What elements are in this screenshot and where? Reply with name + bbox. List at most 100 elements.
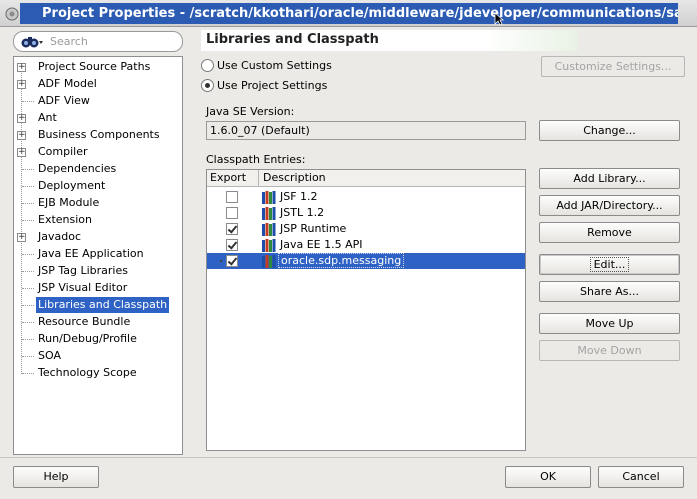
tree-item[interactable]: + ADF Model [14, 76, 182, 92]
radio-button[interactable] [201, 59, 214, 72]
add-library-button[interactable]: Add Library... [539, 168, 680, 189]
tree-connector [22, 254, 34, 255]
export-checkbox[interactable] [226, 223, 238, 235]
tree-item-label: Compiler [38, 145, 88, 158]
tree-item-label: Run/Debug/Profile [38, 332, 137, 345]
tree-item[interactable]: SOA [14, 348, 182, 364]
tree-item[interactable]: JSP Tag Libraries [14, 263, 182, 279]
entry-description: JSF 1.2 [280, 190, 318, 203]
tree-item[interactable]: + Compiler [14, 144, 182, 160]
window-title: Project Properties - /scratch/kkothari/o… [20, 3, 678, 24]
ok-button[interactable]: OK [505, 466, 591, 488]
mouse-cursor-icon [494, 12, 504, 26]
cancel-button[interactable]: Cancel [598, 466, 684, 488]
table-row[interactable]: oracle.sdp.messaging [207, 253, 525, 269]
table-header: Export Description [207, 170, 525, 187]
expand-icon[interactable]: + [17, 80, 26, 89]
tree-item-label: Extension [38, 213, 93, 226]
classpath-table[interactable]: Export Description JSF 1.2 JSTL 1.2 JSP Ru… [206, 169, 526, 451]
tree-connector [22, 186, 34, 187]
tree-connector [22, 339, 34, 340]
panel-title: Libraries and Classpath [206, 32, 379, 47]
tree-item[interactable]: Java EE Application [14, 246, 182, 262]
expand-icon[interactable]: + [17, 233, 26, 242]
app-icon [5, 7, 19, 21]
expand-icon[interactable]: + [17, 63, 26, 72]
tree-connector [22, 271, 34, 272]
move-up-button[interactable]: Move Up [539, 313, 680, 334]
tree-item-label: Technology Scope [38, 366, 137, 379]
tree-item[interactable]: + Javadoc [14, 229, 182, 245]
table-row[interactable]: JSP Runtime [207, 221, 525, 237]
export-checkbox[interactable] [226, 239, 238, 251]
tree-connector [22, 203, 34, 204]
tree-connector [22, 356, 34, 357]
entry-description: oracle.sdp.messaging [278, 253, 405, 268]
tree-item-label: Java EE Application [38, 247, 144, 260]
export-checkbox[interactable] [226, 255, 238, 267]
tree-item-label: JSP Tag Libraries [38, 264, 128, 277]
entry-description: JSP Runtime [280, 222, 347, 235]
tree-item-label: Business Components [38, 128, 160, 141]
tree-connector [22, 220, 34, 221]
tree-item-label: EJB Module [38, 196, 100, 209]
export-checkbox[interactable] [226, 207, 238, 219]
tree-item-label: Project Source Paths [38, 60, 151, 73]
tree-item[interactable]: + Ant [14, 110, 182, 126]
radio-button[interactable] [201, 79, 214, 92]
tree-item[interactable]: ADF View [14, 93, 182, 109]
tree-item-label: Deployment [38, 179, 106, 192]
focus-marker [220, 260, 222, 262]
expand-icon[interactable]: + [17, 148, 26, 157]
move-down-button[interactable]: Move Down [539, 340, 680, 361]
help-button[interactable]: Help [13, 466, 99, 488]
tree-item[interactable]: EJB Module [14, 195, 182, 211]
tree-item-label: Ant [38, 111, 57, 124]
search-field[interactable]: Search [13, 31, 183, 52]
category-tree[interactable]: + Project Source Paths + ADF Model ADF View +… [13, 56, 183, 455]
customize-settings-button[interactable]: Customize Settings... [541, 56, 685, 77]
tree-connector [22, 169, 34, 170]
search-placeholder: Search [50, 35, 88, 48]
tree-item[interactable]: Deployment [14, 178, 182, 194]
radio-custom-settings[interactable]: Use Custom Settings [201, 58, 401, 74]
table-row[interactable]: Java EE 1.5 API [207, 237, 525, 253]
radio-project-settings[interactable]: Use Project Settings [201, 78, 401, 94]
radio-project-label: Use Project Settings [217, 79, 328, 92]
java-se-version-field[interactable]: 1.6.0_07 (Default) [206, 121, 526, 140]
column-header-export[interactable]: Export [207, 170, 259, 187]
tree-item[interactable]: Extension [14, 212, 182, 228]
tree-item-label: JSP Visual Editor [38, 281, 128, 294]
table-row[interactable]: JSTL 1.2 [207, 205, 525, 221]
tree-item-label: ADF Model [38, 77, 97, 90]
column-header-description[interactable]: Description [260, 170, 326, 187]
tree-connector [22, 373, 34, 374]
expand-icon[interactable]: + [17, 131, 26, 140]
tree-item-label: Resource Bundle [38, 315, 131, 328]
share-as-button[interactable]: Share As... [539, 281, 680, 302]
tree-item[interactable]: Technology Scope [14, 365, 182, 381]
java-se-version-label: Java SE Version: [206, 105, 295, 118]
tree-item[interactable]: Libraries and Classpath [14, 297, 182, 313]
panel-header: Libraries and Classpath [201, 30, 578, 51]
tree-item[interactable]: Resource Bundle [14, 314, 182, 330]
tree-item[interactable]: JSP Visual Editor [14, 280, 182, 296]
tree-item[interactable]: + Project Source Paths [14, 59, 182, 75]
tree-item[interactable]: + Business Components [14, 127, 182, 143]
tree-item-label: Libraries and Classpath [36, 297, 170, 313]
tree-item[interactable]: Dependencies [14, 161, 182, 177]
change-button[interactable]: Change... [539, 120, 680, 141]
add-jar-directory-button[interactable]: Add JAR/Directory... [539, 195, 680, 216]
radio-custom-label: Use Custom Settings [217, 59, 332, 72]
tree-item[interactable]: Run/Debug/Profile [14, 331, 182, 347]
remove-button[interactable]: Remove [539, 222, 680, 243]
expand-icon[interactable]: + [17, 114, 26, 123]
table-row[interactable]: JSF 1.2 [207, 189, 525, 205]
export-checkbox[interactable] [226, 191, 238, 203]
edit-button[interactable]: Edit... [539, 254, 680, 275]
footer-separator [0, 457, 697, 458]
tree-item-label: SOA [38, 349, 61, 362]
entry-description: Java EE 1.5 API [280, 238, 363, 251]
entry-description: JSTL 1.2 [280, 206, 325, 219]
classpath-entries-label: Classpath Entries: [206, 153, 306, 166]
